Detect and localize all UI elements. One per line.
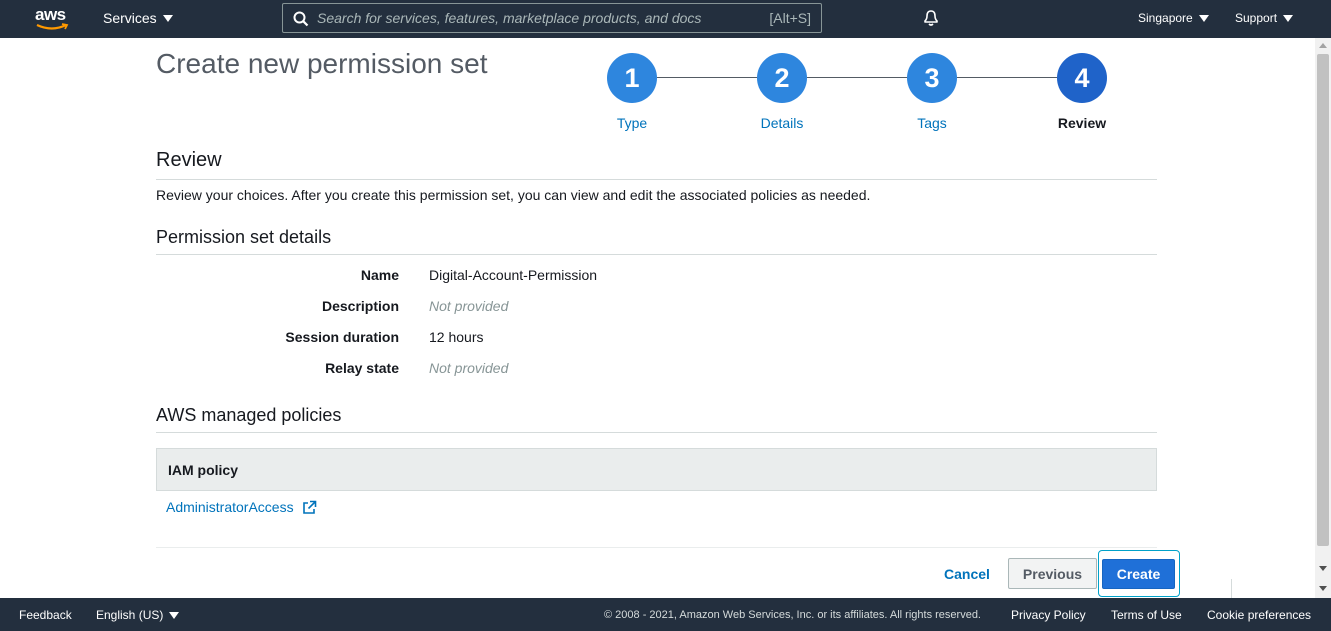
policy-link-administratoraccess[interactable]: AdministratorAccess (166, 499, 317, 515)
divider (156, 432, 1157, 433)
aws-smile-icon (36, 23, 69, 30)
cancel-button[interactable]: Cancel (932, 558, 1002, 590)
notifications-bell-icon[interactable] (921, 8, 941, 28)
detail-value-name: Digital-Account-Permission (429, 267, 598, 283)
policy-table-header: IAM policy (156, 448, 1157, 491)
step-4-circle: 4 (1057, 53, 1107, 103)
detail-label-name: Name (360, 267, 399, 283)
detail-label-description: Description (321, 298, 399, 314)
copyright-text: © 2008 - 2021, Amazon Web Services, Inc.… (604, 609, 981, 621)
top-navigation: aws Services [Alt+S] Singapore Support (0, 0, 1331, 38)
divider (156, 254, 1157, 255)
search-icon (293, 11, 309, 27)
external-link-icon (302, 500, 316, 514)
search-shortcut-hint: [Alt+S] (769, 10, 811, 26)
support-menu[interactable]: Support (1235, 11, 1294, 25)
step-4-label: Review (1057, 115, 1107, 131)
create-button[interactable]: Create (1102, 559, 1175, 589)
step-2-circle[interactable]: 2 (757, 53, 807, 103)
step-3-label[interactable]: Tags (882, 115, 982, 131)
language-label: English (US) (96, 608, 164, 622)
step-connector (807, 77, 907, 78)
region-label: Singapore (1138, 11, 1193, 25)
region-selector[interactable]: Singapore (1138, 11, 1209, 25)
detail-label-relay-state: Relay state (325, 360, 399, 376)
aws-logo-text: aws (35, 5, 66, 24)
step-connector (657, 77, 757, 78)
detail-value-session-duration: 12 hours (429, 329, 484, 345)
caret-down-icon (1198, 14, 1209, 22)
feedback-link[interactable]: Feedback (19, 608, 72, 622)
search-bar: [Alt+S] (282, 3, 822, 33)
scroll-down-arrow-icon[interactable] (1319, 566, 1327, 571)
scroll-down-arrow-icon[interactable] (1319, 586, 1327, 591)
iam-policy-column-header: IAM policy (168, 462, 239, 478)
detail-value-description: Not provided (429, 298, 509, 314)
policy-name: AdministratorAccess (166, 499, 294, 515)
permission-set-details-heading: Permission set details (156, 227, 332, 247)
divider (156, 179, 1157, 180)
language-selector[interactable]: English (US) (96, 608, 180, 622)
divider (156, 547, 1157, 548)
previous-button[interactable]: Previous (1008, 558, 1097, 589)
search-input[interactable] (317, 8, 737, 28)
caret-down-icon (162, 14, 173, 22)
aws-managed-policies-heading: AWS managed policies (156, 405, 342, 425)
divider (1231, 579, 1232, 598)
step-1-circle[interactable]: 1 (607, 53, 657, 103)
console-footer: Feedback English (US) © 2008 - 2021, Ama… (0, 598, 1331, 631)
support-label: Support (1235, 11, 1278, 25)
cookie-preferences-link[interactable]: Cookie preferences (1207, 608, 1311, 622)
wizard-stepper: 1 2 3 4 Type Details Tags Review (0, 38, 1315, 138)
step-2-label[interactable]: Details (732, 115, 832, 131)
review-heading: Review (156, 149, 222, 171)
services-menu[interactable]: Services (103, 10, 173, 26)
services-label: Services (103, 10, 157, 26)
main-content: Create new permission set 1 2 3 4 Type D… (0, 38, 1315, 598)
detail-value-relay-state: Not provided (429, 360, 509, 376)
scroll-up-arrow-icon[interactable] (1319, 43, 1327, 48)
review-description: Review your choices. After you create th… (156, 187, 871, 203)
detail-label-session-duration: Session duration (285, 329, 399, 345)
aws-logo[interactable]: aws (35, 5, 71, 31)
caret-down-icon (1283, 14, 1294, 22)
vertical-scrollbar[interactable] (1315, 38, 1331, 598)
scroll-thumb[interactable] (1317, 54, 1329, 546)
terms-of-use-link[interactable]: Terms of Use (1111, 608, 1182, 622)
caret-down-icon (169, 611, 180, 619)
step-1-label[interactable]: Type (582, 115, 682, 131)
step-connector (957, 77, 1057, 78)
step-3-circle[interactable]: 3 (907, 53, 957, 103)
privacy-policy-link[interactable]: Privacy Policy (1011, 608, 1086, 622)
